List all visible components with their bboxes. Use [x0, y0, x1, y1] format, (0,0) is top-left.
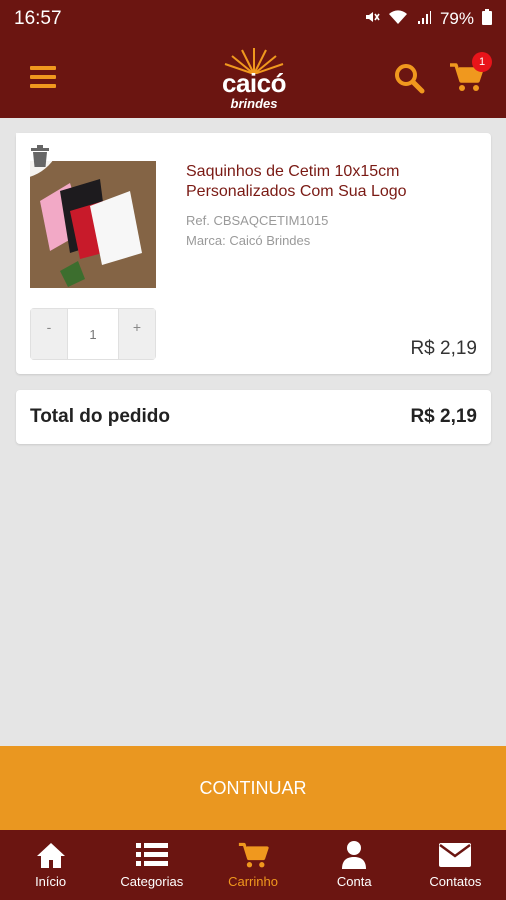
nav-item-inicio[interactable]: Início [0, 830, 101, 900]
cart-count-badge: 1 [472, 52, 492, 72]
app-header: caicó brindes 1 [0, 38, 506, 118]
nav-label: Início [35, 874, 67, 889]
product-image[interactable] [30, 161, 156, 288]
quantity-increase-button[interactable]: + [118, 309, 155, 359]
battery-icon [482, 8, 492, 30]
nav-label: Carrinho [228, 874, 278, 889]
nav-item-contatos[interactable]: Contatos [405, 830, 506, 900]
product-name[interactable]: Saquinhos de Cetim 10x15cm Personalizado… [186, 162, 476, 202]
status-icons: 79% [364, 8, 492, 30]
cart-icon [237, 840, 269, 870]
menu-button[interactable] [30, 66, 56, 88]
wifi-icon [388, 9, 408, 30]
envelope-icon [439, 840, 472, 870]
nav-item-carrinho[interactable]: Carrinho [202, 830, 303, 900]
hamburger-line [30, 75, 56, 79]
quantity-stepper: - 1 + [30, 308, 156, 360]
logo-text: caicó [222, 68, 287, 98]
order-total-card: Total do pedido R$ 2,19 [16, 390, 491, 444]
signal-icon [416, 9, 432, 30]
order-total-label: Total do pedido [30, 406, 171, 427]
hamburger-line [30, 66, 56, 70]
search-button[interactable] [393, 62, 425, 94]
product-photo [30, 161, 156, 288]
continue-button[interactable]: CONTINUAR [0, 746, 506, 830]
cart-item-card: Saquinhos de Cetim 10x15cm Personalizado… [16, 133, 491, 374]
product-ref: Ref. CBSAQCETIM1015 [186, 213, 329, 228]
bottom-navigation: Início Categorias Carrinho Conta Contato… [0, 830, 506, 900]
order-total-value: R$ 2,19 [410, 406, 477, 427]
trash-icon [31, 145, 49, 167]
nav-label: Contatos [429, 874, 482, 889]
quantity-value[interactable]: 1 [68, 309, 118, 359]
quantity-decrease-button[interactable]: - [31, 309, 68, 359]
logo[interactable]: caicó brindes [212, 44, 296, 112]
product-price: R$ 2,19 [410, 338, 477, 359]
battery-percent: 79% [439, 9, 474, 28]
mute-icon [364, 9, 380, 30]
hamburger-line [30, 84, 56, 88]
nav-label: Categorias [120, 874, 184, 889]
status-time: 16:57 [14, 8, 62, 29]
user-icon [341, 840, 367, 870]
search-icon [395, 64, 425, 94]
nav-item-conta[interactable]: Conta [304, 830, 405, 900]
home-icon [36, 840, 66, 870]
nav-label: Conta [336, 874, 372, 889]
list-icon [135, 840, 168, 870]
logo-subtext: brindes [230, 96, 278, 111]
status-bar: 16:57 79% [0, 0, 506, 38]
product-brand: Marca: Caicó Brindes [186, 233, 311, 248]
nav-item-categorias[interactable]: Categorias [101, 830, 202, 900]
